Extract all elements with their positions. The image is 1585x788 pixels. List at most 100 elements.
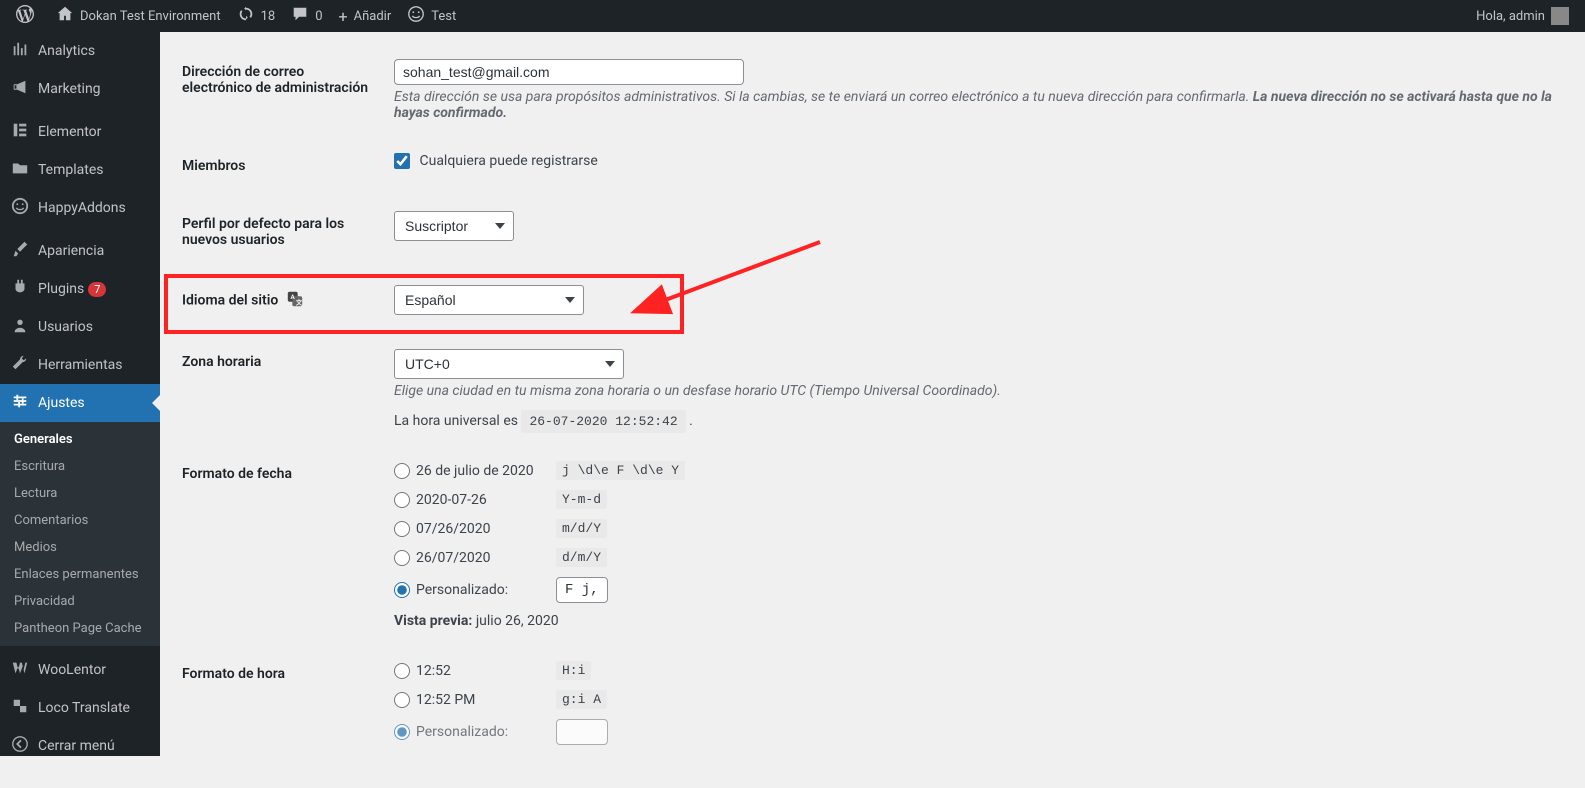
time-format-text: 12:52 PM — [416, 692, 556, 708]
comment-icon — [291, 5, 309, 27]
menu-label: HappyAddons — [38, 200, 126, 216]
menu-label: Plugins — [38, 281, 84, 297]
submenu-comentarios[interactable]: Comentarios — [0, 507, 160, 534]
collapse-icon — [10, 735, 30, 756]
submenu-generales[interactable]: Generales — [0, 426, 160, 453]
menu-appearance[interactable]: Apariencia — [0, 232, 160, 270]
date-format-custom-input[interactable] — [556, 577, 608, 603]
time-format-text: 12:52 — [416, 663, 556, 679]
date-preview: Vista previa: julio 26, 2020 — [394, 613, 1553, 629]
menu-loco[interactable]: Loco Translate — [0, 689, 160, 727]
admin-email-help: Esta dirección se usa para propósitos ad… — [394, 89, 1553, 121]
menu-label: Apariencia — [38, 243, 104, 259]
folder-icon — [10, 159, 30, 181]
comments-link[interactable]: 0 — [283, 0, 330, 32]
admin-menu: Analytics Marketing Elementor Templates … — [0, 32, 160, 756]
menu-woolentor[interactable]: WooLentor — [0, 651, 160, 689]
time-format-radio-custom[interactable] — [394, 724, 410, 740]
menu-templates[interactable]: Templates — [0, 151, 160, 189]
new-content-link[interactable]: + Añadir — [331, 0, 400, 32]
date-format-radio-2[interactable] — [394, 492, 410, 508]
update-icon — [237, 5, 255, 27]
submenu-escritura[interactable]: Escritura — [0, 453, 160, 480]
menu-users[interactable]: Usuarios — [0, 308, 160, 346]
admin-bar: Dokan Test Environment 18 0 + Añadir Tes… — [0, 0, 1585, 32]
date-format-code: d/m/Y — [556, 548, 607, 567]
time-format-radio-1[interactable] — [394, 663, 410, 679]
menu-label: Marketing — [38, 81, 101, 97]
submenu-label: Escritura — [14, 459, 65, 474]
submenu-label: Pantheon Page Cache — [14, 621, 142, 636]
default-role-label: Perfil por defecto para los nuevos usuar… — [182, 196, 382, 268]
menu-analytics[interactable]: Analytics — [0, 32, 160, 70]
time-format-custom-input[interactable] — [556, 719, 608, 745]
date-format-code: m/d/Y — [556, 519, 607, 538]
menu-happyaddons[interactable]: HappyAddons — [0, 189, 160, 227]
site-language-label: Idioma del sitio A文 — [182, 270, 382, 332]
elementor-icon — [10, 121, 30, 143]
svg-text:文: 文 — [296, 297, 303, 306]
date-format-radio-3[interactable] — [394, 521, 410, 537]
site-name-text: Dokan Test Environment — [80, 9, 221, 24]
menu-plugins[interactable]: Plugins 7 — [0, 270, 160, 308]
menu-label: WooLentor — [38, 662, 106, 678]
menu-label: Cerrar menú — [38, 738, 115, 754]
test-text: Test — [431, 9, 456, 24]
menu-marketing[interactable]: Marketing — [0, 70, 160, 108]
time-format-code: g:i A — [556, 690, 607, 709]
date-format-custom-label: Personalizado: — [416, 582, 556, 598]
submenu-label: Enlaces permanentes — [14, 567, 139, 582]
translate-icon — [10, 697, 30, 719]
date-format-radio-1[interactable] — [394, 463, 410, 479]
menu-label: Loco Translate — [38, 700, 130, 716]
membership-checkbox-label[interactable]: Cualquiera puede registrarse — [394, 153, 598, 169]
menu-tools[interactable]: Herramientas — [0, 346, 160, 384]
wordpress-icon — [16, 5, 34, 27]
membership-checkbox[interactable] — [394, 153, 410, 169]
submenu-lectura[interactable]: Lectura — [0, 480, 160, 507]
wp-logo[interactable] — [8, 0, 48, 32]
content-area: Dirección de correo electrónico de admin… — [160, 32, 1585, 756]
time-format-custom-label: Personalizado: — [416, 724, 556, 740]
default-role-select[interactable]: Suscriptor — [394, 211, 514, 241]
submenu-medios[interactable]: Medios — [0, 534, 160, 561]
time-format-radio-2[interactable] — [394, 692, 410, 708]
site-language-select[interactable]: Español — [394, 285, 584, 315]
date-format-radio-custom[interactable] — [394, 582, 410, 598]
menu-elementor[interactable]: Elementor — [0, 113, 160, 151]
chart-icon — [10, 40, 30, 62]
submenu-pantheon[interactable]: Pantheon Page Cache — [0, 615, 160, 642]
menu-label: Templates — [38, 162, 104, 178]
greeting-text: Hola, admin — [1476, 9, 1545, 24]
translate-badge-icon: A文 — [286, 290, 304, 312]
date-format-radio-4[interactable] — [394, 550, 410, 566]
settings-submenu: Generales Escritura Lectura Comentarios … — [0, 422, 160, 646]
time-format-code: H:i — [556, 661, 591, 680]
submenu-label: Lectura — [14, 486, 57, 501]
menu-label: Ajustes — [38, 395, 85, 411]
date-format-code: Y-m-d — [556, 490, 607, 509]
menu-label: Herramientas — [38, 357, 123, 373]
submenu-privacidad[interactable]: Privacidad — [0, 588, 160, 615]
submenu-enlaces[interactable]: Enlaces permanentes — [0, 561, 160, 588]
site-name-link[interactable]: Dokan Test Environment — [48, 0, 229, 32]
settings-icon — [10, 392, 30, 414]
date-format-text: 26 de julio de 2020 — [416, 463, 556, 479]
woolentor-icon — [10, 659, 30, 681]
menu-label: Elementor — [38, 124, 101, 140]
updates-link[interactable]: 18 — [229, 0, 284, 32]
test-link[interactable]: Test — [399, 0, 464, 32]
date-format-code: j \d\e F \d\e Y — [556, 461, 685, 480]
menu-label: Usuarios — [38, 319, 93, 335]
menu-settings[interactable]: Ajustes — [0, 384, 160, 422]
my-account[interactable]: Hola, admin — [1468, 0, 1577, 32]
comments-count: 0 — [315, 9, 322, 24]
menu-collapse[interactable]: Cerrar menú — [0, 727, 160, 756]
admin-email-input[interactable] — [394, 59, 744, 85]
timezone-help: Elige una ciudad en tu misma zona horari… — [394, 383, 1553, 399]
timezone-select[interactable]: UTC+0 — [394, 349, 624, 379]
date-format-label: Formato de fecha — [182, 446, 382, 644]
plug-icon — [10, 278, 30, 300]
submenu-label: Generales — [14, 432, 73, 447]
updates-count: 18 — [261, 9, 276, 24]
